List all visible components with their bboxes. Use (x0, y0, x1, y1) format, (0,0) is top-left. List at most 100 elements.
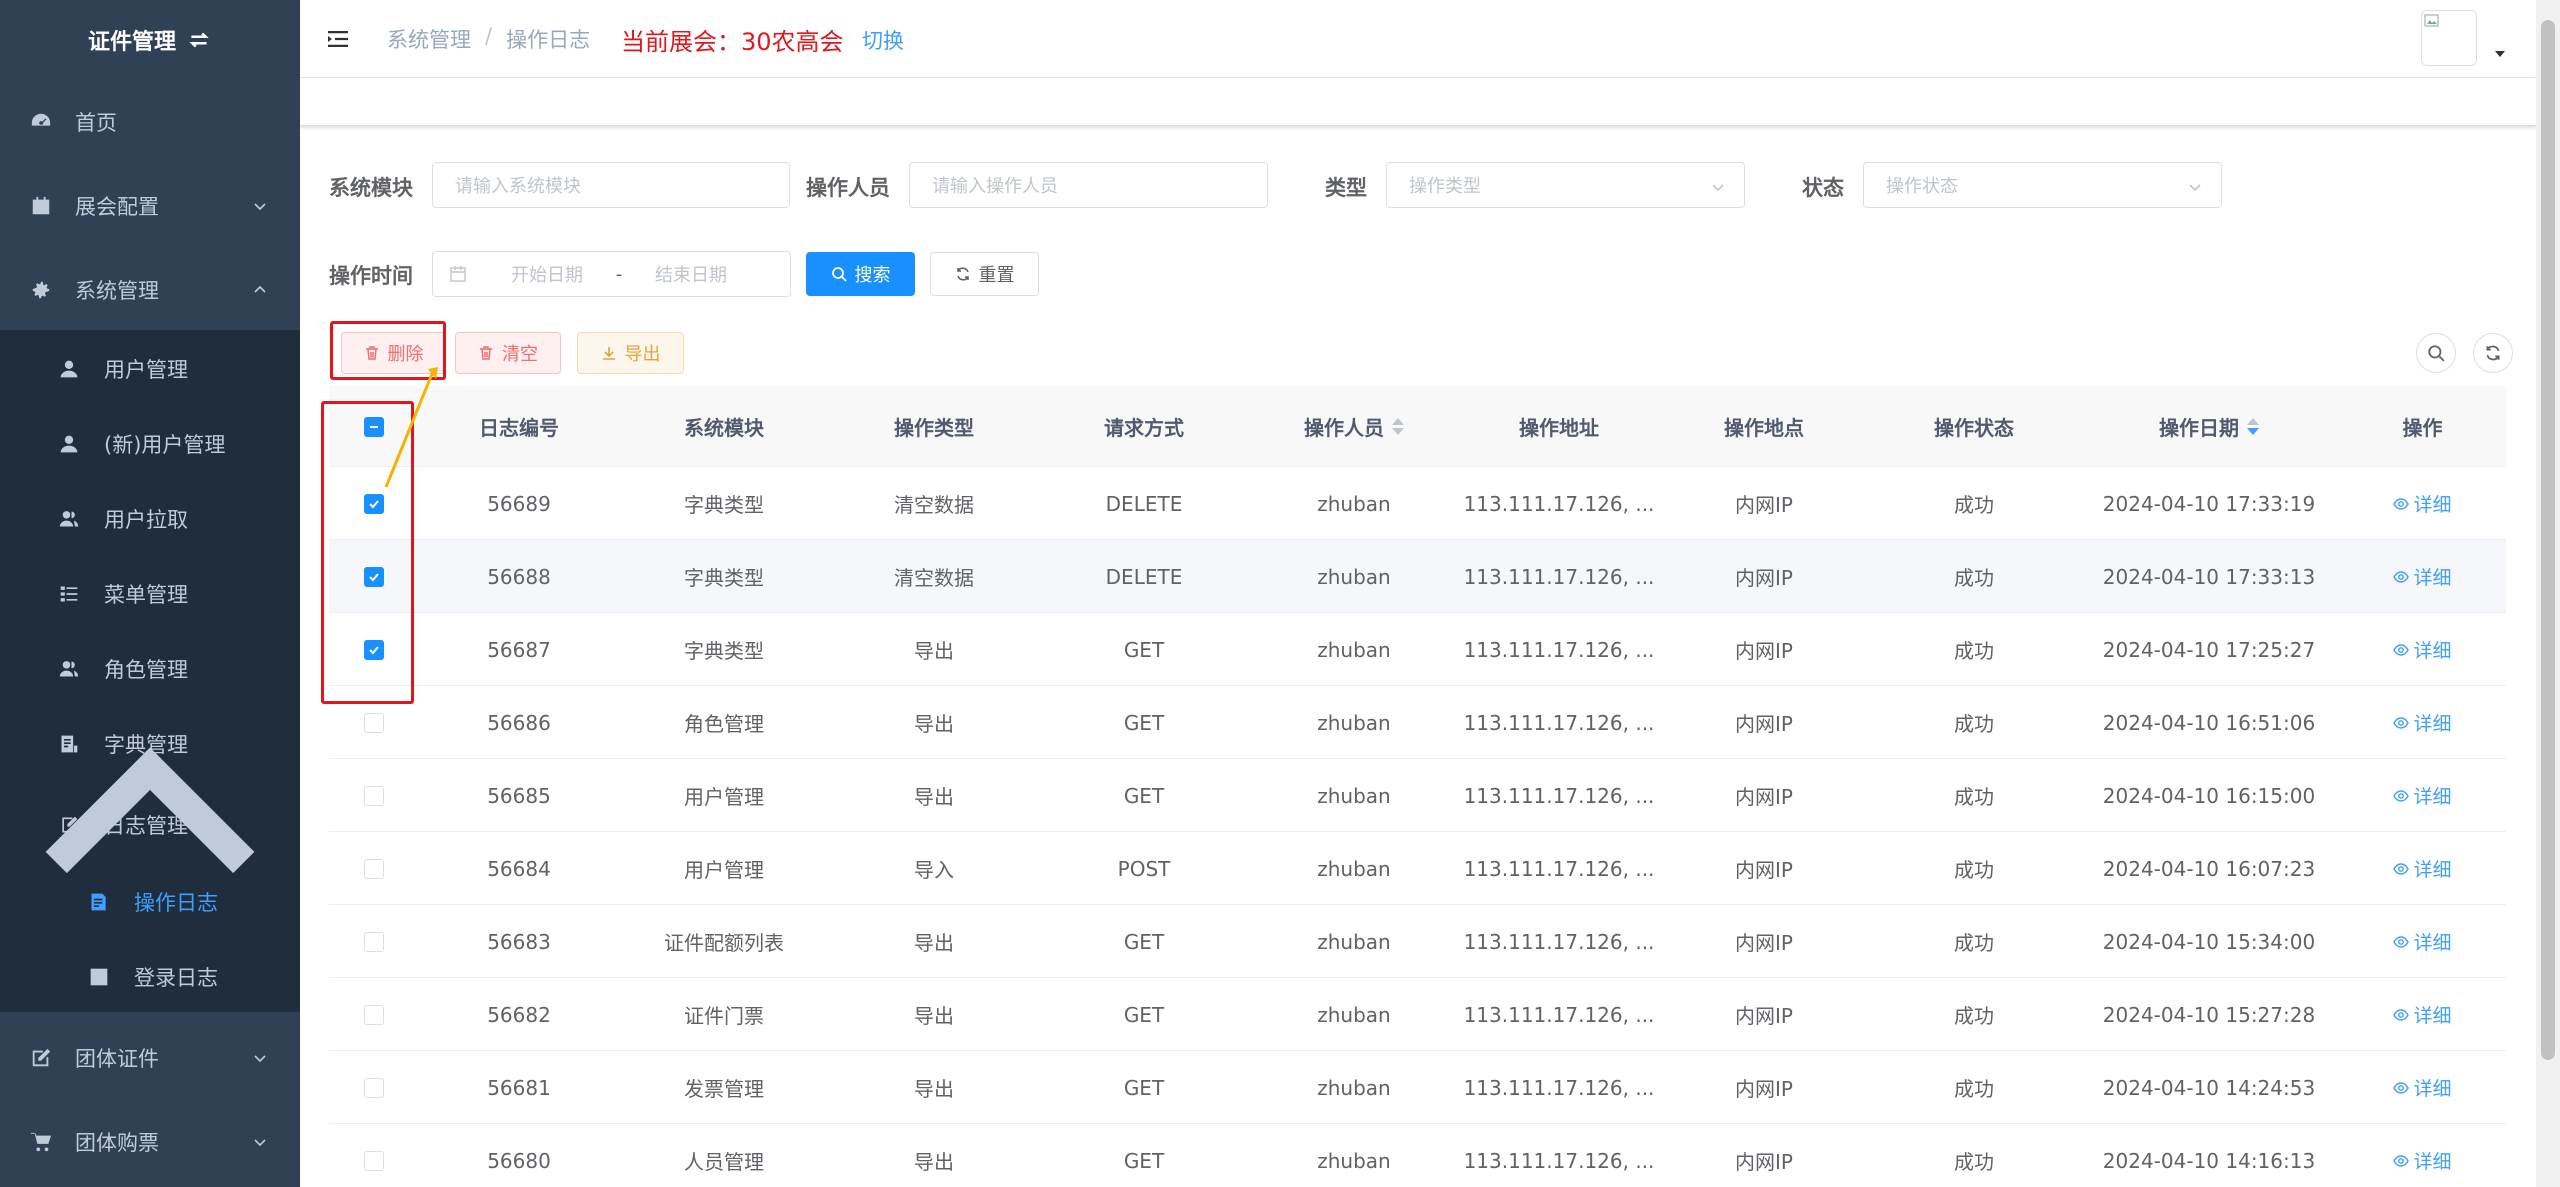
operator-input[interactable]: 请输入操作人员 (909, 162, 1268, 208)
column-header: 操作 (2402, 416, 2443, 440)
sidebar-item-new-user-manage[interactable]: (新)用户管理 (0, 406, 300, 481)
row-select-cell (329, 978, 419, 1051)
switch-expo-link[interactable]: 切换 (862, 25, 904, 55)
row-checkbox[interactable] (364, 785, 384, 806)
swap-icon[interactable] (186, 27, 212, 53)
cell-id: 56682 (487, 1002, 551, 1027)
row-checkbox[interactable] (364, 858, 384, 879)
sidebar-item-expo-config[interactable]: 展会配置 (0, 166, 300, 246)
sidebar-item-group-cert[interactable]: 团体证件 (0, 1018, 300, 1098)
sort-icon[interactable] (2247, 418, 2259, 435)
table-row[interactable]: 56683 证件配额列表 导出 GET zhuban 113.111.17.126, ..… (329, 905, 2506, 978)
detail-label: 详细 (2413, 1151, 2452, 1173)
row-checkbox[interactable] (364, 931, 384, 952)
cell-type: 导出 (914, 639, 954, 663)
detail-button[interactable]: 详细 (2339, 978, 2506, 1051)
refresh-table-button[interactable] (2473, 333, 2513, 373)
sidebar-item-group-ticket[interactable]: 团体购票 (0, 1102, 300, 1182)
status-select[interactable]: 操作状态 (1863, 162, 2222, 208)
row-checkbox[interactable] (364, 1150, 384, 1171)
cell-date: 2024-04-10 16:07:23 (2102, 856, 2316, 881)
type-select[interactable]: 操作类型 (1386, 162, 1745, 208)
detail-button[interactable]: 详细 (2339, 686, 2506, 759)
row-checkbox[interactable] (364, 712, 384, 733)
cell-type: 清空数据 (894, 566, 974, 590)
cell-ip: 113.111.17.126, ... (1463, 710, 1655, 735)
table-row[interactable]: 56686 角色管理 导出 GET zhuban 113.111.17.126, ... 内… (329, 686, 2506, 759)
column-header: 请求方式 (1104, 416, 1184, 440)
table-row[interactable]: 56681 发票管理 导出 GET zhuban 113.111.17.126, ... 内… (329, 1051, 2506, 1124)
cell-module: 证件门票 (684, 1004, 764, 1028)
row-checkbox[interactable] (364, 1004, 384, 1025)
table-row[interactable]: 56687 字典类型 导出 GET zhuban 113.111.17.126, ... 内… (329, 613, 2506, 686)
cell-module: 角色管理 (684, 712, 764, 736)
search-button-label: 搜索 (854, 265, 891, 286)
table-row[interactable]: 56689 字典类型 清空数据 DELETE zhuban 113.111.17.126,… (329, 467, 2506, 540)
sort-icon[interactable] (1392, 418, 1404, 435)
table-row[interactable]: 56682 证件门票 导出 GET zhuban 113.111.17.126, ... 内… (329, 978, 2506, 1051)
sidebar-item-oper-log[interactable]: 操作日志 (0, 864, 300, 939)
sidebar-item-login-log[interactable]: 登录日志 (0, 939, 300, 1014)
sidebar-item-user-pull[interactable]: 用户拉取 (0, 481, 300, 556)
cell-module: 发票管理 (684, 1077, 764, 1101)
detail-button[interactable]: 详细 (2339, 540, 2506, 613)
clear-button[interactable]: 清空 (455, 332, 561, 374)
column-header-date[interactable]: 操作日期 (2079, 386, 2339, 467)
sidebar-item-system[interactable]: 系统管理 (0, 250, 300, 330)
eye-icon (2393, 570, 2410, 583)
cell-operator: zhuban (1317, 1075, 1391, 1100)
table-row[interactable]: 56685 用户管理 导出 GET zhuban 113.111.17.126, ... 内… (329, 759, 2506, 832)
detail-button[interactable]: 详细 (2339, 832, 2506, 905)
cell-module: 人员管理 (684, 1150, 764, 1174)
cell-location: 内网IP (1735, 858, 1793, 882)
hamburger-icon[interactable] (326, 27, 350, 51)
export-button[interactable]: 导出 (577, 332, 684, 374)
sidebar-item-home[interactable]: 首页 (0, 82, 300, 162)
sidebar-item-log-manage[interactable]: 日志管理 (0, 747, 300, 874)
module-input[interactable]: 请输入系统模块 (432, 162, 790, 208)
table-row[interactable]: 56680 人员管理 导出 GET zhuban 113.111.17.126, ... 内… (329, 1124, 2506, 1187)
operator-placeholder: 请输入操作人员 (932, 176, 1058, 197)
app-logo: 证件管理 (0, 0, 300, 80)
detail-button[interactable]: 详细 (2339, 613, 2506, 686)
sidebar-item-menu-manage[interactable]: 菜单管理 (0, 556, 300, 631)
breadcrumb-item[interactable]: 系统管理 (387, 24, 471, 54)
cell-ip: 113.111.17.126, ... (1463, 1075, 1655, 1100)
time-label: 操作时间 (329, 264, 413, 288)
column-header-operator[interactable]: 操作人员 (1249, 386, 1459, 467)
reset-button[interactable]: 重置 (930, 252, 1039, 296)
caret-down-icon[interactable] (2494, 48, 2506, 60)
date-range-picker[interactable]: 开始日期 - 结束日期 (432, 251, 791, 297)
search-button[interactable]: 搜索 (806, 252, 915, 296)
detail-button[interactable]: 详细 (2339, 1124, 2506, 1187)
cell-operator: zhuban (1317, 491, 1391, 516)
gear-icon (32, 281, 50, 299)
detail-button[interactable]: 详细 (2339, 1051, 2506, 1124)
row-checkbox[interactable] (364, 1077, 384, 1098)
cell-id: 56681 (487, 1075, 551, 1100)
chevron-down-icon (254, 203, 266, 211)
detail-label: 详细 (2413, 1005, 2452, 1027)
cell-location: 内网IP (1735, 1077, 1793, 1101)
detail-button[interactable]: 详细 (2339, 467, 2506, 540)
detail-button[interactable]: 详细 (2339, 905, 2506, 978)
sidebar-item-user-manage[interactable]: 用户管理 (0, 331, 300, 406)
toggle-search-button[interactable] (2416, 333, 2456, 373)
chevron-down-icon (254, 1139, 266, 1147)
avatar[interactable] (2421, 10, 2477, 66)
type-label: 类型 (1325, 176, 1367, 200)
annotation-arrow (384, 367, 438, 488)
detail-button[interactable]: 详细 (2339, 759, 2506, 832)
cell-location: 内网IP (1735, 566, 1793, 590)
sidebar-item-label: 菜单管理 (104, 582, 188, 607)
table-row[interactable]: 56688 字典类型 清空数据 DELETE zhuban 113.111.17.126,… (329, 540, 2506, 613)
page-scrollbar-thumb[interactable] (2541, 20, 2555, 1060)
calendar-icon (32, 196, 50, 215)
current-expo: 当前展会：30农高会 (621, 22, 844, 57)
cell-operator: zhuban (1317, 1002, 1391, 1027)
cell-location: 内网IP (1735, 639, 1793, 663)
detail-label: 详细 (2413, 640, 2452, 662)
table-row[interactable]: 56684 用户管理 导入 POST zhuban 113.111.17.126, ...… (329, 832, 2506, 905)
edit-icon (32, 1048, 51, 1067)
sidebar-item-label: 首页 (75, 111, 117, 135)
